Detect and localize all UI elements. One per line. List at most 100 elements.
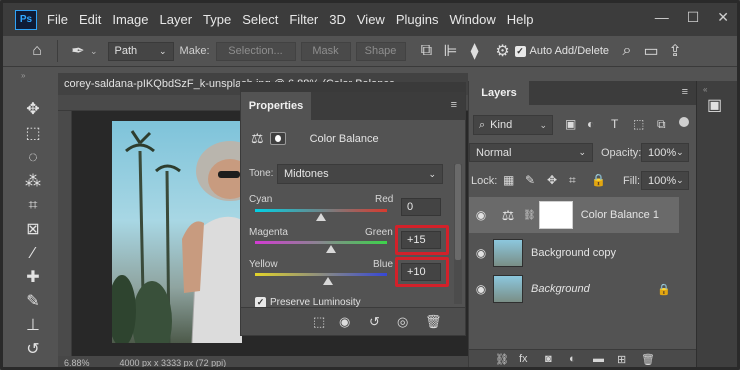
history-brush-tool-icon[interactable]: ↺ bbox=[22, 339, 44, 361]
eye-icon[interactable]: ◉ bbox=[469, 282, 493, 296]
menu-filter[interactable]: Filter bbox=[289, 12, 318, 27]
filter-smart-object-icon[interactable]: ⧉ bbox=[657, 117, 666, 132]
move-tool-icon[interactable]: ✥ bbox=[22, 99, 44, 121]
magic-wand-tool-icon[interactable]: ⁂ bbox=[22, 171, 44, 193]
tone-select[interactable]: Midtones ⌄ bbox=[277, 164, 443, 184]
home-icon[interactable]: ⌂ bbox=[25, 42, 49, 60]
mask-button[interactable]: Mask bbox=[300, 41, 351, 61]
tab-layers[interactable]: Layers bbox=[469, 81, 529, 105]
path-alignment-icon[interactable]: ⊫ bbox=[439, 41, 463, 61]
navigator-panel-icon[interactable]: ▣ bbox=[707, 95, 722, 115]
menu-edit[interactable]: Edit bbox=[79, 12, 101, 27]
properties-scrollbar[interactable] bbox=[454, 164, 462, 304]
layer-mask-icon[interactable] bbox=[269, 132, 286, 145]
gear-icon[interactable]: ⚙ bbox=[491, 41, 515, 61]
lock-image-icon[interactable]: ✎ bbox=[525, 173, 535, 187]
restore-icon[interactable]: ☐ bbox=[687, 9, 700, 26]
chevron-down-icon: ⌄ bbox=[159, 45, 167, 56]
layer-row-background-copy[interactable]: ◉ Background copy bbox=[469, 235, 679, 271]
tab-properties[interactable]: Properties bbox=[241, 92, 311, 120]
stamp-tool-icon[interactable]: ⊥ bbox=[22, 315, 44, 337]
minimize-icon[interactable]: — bbox=[655, 9, 669, 26]
document-photo[interactable] bbox=[112, 121, 242, 343]
menu-layer[interactable]: Layer bbox=[160, 12, 193, 27]
lock-artboard-icon[interactable]: ⌗ bbox=[569, 173, 576, 188]
panel-grip-icon[interactable]: » bbox=[21, 71, 26, 80]
photo-illustration bbox=[112, 130, 242, 343]
fill-field[interactable]: 100% ⌄ bbox=[641, 171, 689, 190]
new-group-icon[interactable]: ▬ bbox=[593, 353, 604, 365]
brush-tool-icon[interactable]: ✎ bbox=[22, 291, 44, 313]
filter-type-icon[interactable]: T bbox=[611, 117, 618, 131]
yellow-blue-slider-track[interactable] bbox=[255, 273, 387, 276]
close-icon[interactable]: ✕ bbox=[717, 9, 729, 26]
layer-style-icon[interactable]: fx bbox=[519, 353, 528, 365]
eyedropper-tool-icon[interactable]: ⁄ bbox=[22, 243, 44, 265]
eye-icon[interactable]: ◉ bbox=[469, 208, 493, 222]
menu-plugins[interactable]: Plugins bbox=[396, 12, 439, 27]
zoom-readout[interactable]: 6.88% bbox=[64, 358, 90, 367]
path-arrangement-icon[interactable]: ⧫ bbox=[463, 41, 487, 61]
blend-mode-select[interactable]: Normal ⌄ bbox=[469, 143, 593, 162]
lock-label: Lock: bbox=[471, 175, 498, 187]
chevron-down-icon[interactable]: ⌄ bbox=[90, 46, 98, 57]
menu-view[interactable]: View bbox=[357, 12, 385, 27]
lock-transparent-icon[interactable]: ▦ bbox=[503, 173, 514, 187]
reset-icon[interactable]: ↺ bbox=[369, 314, 380, 330]
new-adjustment-icon[interactable]: ◐ bbox=[569, 353, 576, 365]
magenta-green-slider-track[interactable] bbox=[255, 241, 387, 244]
properties-header: Properties ≡ bbox=[241, 92, 465, 120]
layers-panel: Layers ≡ ⌕ Kind ⌄ ▣ ◐ T ⬚ ⧉ Normal ⌄ Opa… bbox=[468, 81, 696, 367]
opacity-field[interactable]: 100% ⌄ bbox=[641, 143, 689, 162]
healing-brush-tool-icon[interactable]: ✚ bbox=[22, 267, 44, 289]
eye-icon[interactable]: ◉ bbox=[469, 246, 493, 260]
cyan-red-value-field[interactable]: 0 bbox=[401, 198, 441, 216]
path-mode-select[interactable]: Path ⌄ bbox=[107, 41, 174, 61]
magenta-green-slider-thumb[interactable] bbox=[325, 245, 336, 253]
visibility-eye-icon[interactable]: ◎ bbox=[397, 314, 408, 330]
shape-button[interactable]: Shape bbox=[355, 41, 406, 61]
trash-icon[interactable]: 🗑 bbox=[641, 353, 655, 366]
filter-shape-icon[interactable]: ⬚ bbox=[633, 117, 644, 131]
menu-3d[interactable]: 3D bbox=[329, 12, 346, 27]
menu-help[interactable]: Help bbox=[507, 12, 534, 27]
lasso-tool-icon[interactable]: ◌ bbox=[22, 147, 44, 169]
yellow-blue-slider-thumb[interactable] bbox=[322, 277, 333, 285]
filter-adjustment-icon[interactable]: ◐ bbox=[587, 117, 594, 131]
lock-all-icon[interactable]: 🔒 bbox=[591, 173, 606, 187]
lock-position-icon[interactable]: ✥ bbox=[547, 173, 557, 187]
clip-to-layer-icon[interactable]: ⬚ bbox=[313, 314, 325, 330]
menu-window[interactable]: Window bbox=[449, 12, 495, 27]
link-layers-icon[interactable]: ⛓ bbox=[495, 353, 509, 366]
layer-filter-select[interactable]: ⌕ Kind ⌄ bbox=[473, 115, 553, 135]
filter-toggle-icon[interactable] bbox=[679, 117, 689, 127]
frame-tool-icon[interactable]: ⊠ bbox=[22, 219, 44, 241]
panel-menu-icon[interactable]: ≡ bbox=[682, 86, 688, 98]
link-icon[interactable]: ⛓ bbox=[523, 210, 536, 221]
cyan-red-slider-track[interactable] bbox=[255, 209, 387, 212]
layer-row-color-balance[interactable]: ◉ ⚖ ⛓ Color Balance 1 bbox=[469, 197, 679, 233]
panel-menu-icon[interactable]: ≡ bbox=[451, 99, 457, 111]
layer-mask-thumbnail[interactable] bbox=[538, 201, 573, 229]
filter-pixel-icon[interactable]: ▣ bbox=[565, 117, 576, 131]
selection-button[interactable]: Selection... bbox=[215, 41, 296, 61]
new-layer-icon[interactable]: ⊞ bbox=[617, 353, 626, 366]
marquee-tool-icon[interactable]: ⬚ bbox=[22, 123, 44, 145]
pen-tool-icon[interactable]: ✒ bbox=[66, 41, 90, 61]
menu-image[interactable]: Image bbox=[112, 12, 148, 27]
menu-type[interactable]: Type bbox=[203, 12, 231, 27]
view-previous-state-icon[interactable]: ◉ bbox=[339, 314, 350, 330]
share-icon[interactable]: ⇪ bbox=[663, 41, 687, 61]
workspace-icon[interactable]: ▭ bbox=[639, 41, 663, 61]
cyan-red-slider-thumb[interactable] bbox=[316, 213, 326, 221]
path-operations-icon[interactable]: ⧉ bbox=[415, 42, 439, 60]
panel-grip-icon[interactable]: « bbox=[703, 85, 707, 94]
layer-row-background[interactable]: ◉ Background 🔒 bbox=[469, 271, 679, 307]
trash-icon[interactable]: 🗑 bbox=[425, 314, 442, 330]
auto-add-delete-checkbox[interactable]: ✓ bbox=[514, 45, 526, 57]
add-mask-icon[interactable]: ◙ bbox=[545, 353, 552, 365]
search-icon[interactable]: ⌕ bbox=[615, 42, 639, 60]
menu-select[interactable]: Select bbox=[242, 12, 278, 27]
crop-tool-icon[interactable]: ⌗ bbox=[22, 195, 44, 217]
menu-file[interactable]: File bbox=[47, 12, 68, 27]
